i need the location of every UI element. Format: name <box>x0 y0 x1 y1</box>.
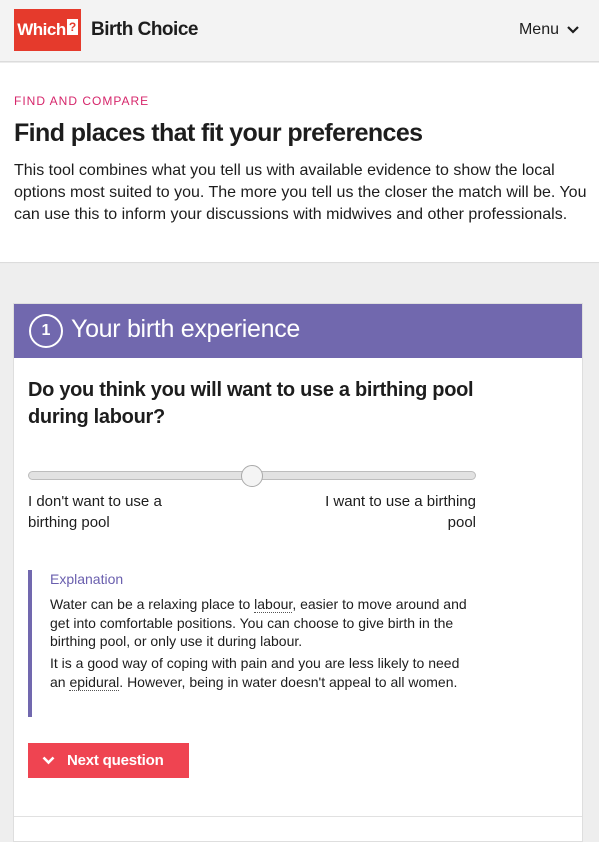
slider-left-label: I don't want to use a birthing pool <box>28 493 162 531</box>
step-header: 1 Your birth experience <box>14 304 582 358</box>
logo-text: Which <box>17 20 66 39</box>
divider <box>14 816 582 817</box>
next-question-button[interactable]: Next question <box>28 743 189 778</box>
chevron-down-icon <box>567 26 579 34</box>
glossary-link-labour[interactable]: labour <box>254 596 293 613</box>
explanation-text: Water can be a relaxing place to <box>50 596 255 612</box>
step-title: Your birth experience <box>71 315 301 343</box>
slider-handle[interactable] <box>241 465 263 487</box>
logo-question-mark: ? <box>66 19 78 35</box>
glossary-link-epidural[interactable]: epidural <box>69 673 120 691</box>
site-header: Which? Birth Choice Menu <box>0 0 599 62</box>
slider-right-label: I want to use a birthing pool <box>325 493 476 531</box>
step-number-badge: 1 <box>29 314 63 348</box>
preference-slider[interactable] <box>28 465 476 489</box>
explanation-paragraph: It is a good way of coping with pain and… <box>50 654 478 691</box>
chevron-down-icon <box>42 756 55 765</box>
brand-title[interactable]: Birth Choice <box>91 19 198 41</box>
section-kicker: FIND AND COMPARE <box>14 94 150 108</box>
page-description: This tool combines what you tell us with… <box>14 162 587 223</box>
page-title: Find places that fit your preferences <box>14 119 423 147</box>
explanation-heading: Explanation <box>50 571 124 587</box>
explanation-box: Explanation Water can be a relaxing plac… <box>28 570 478 717</box>
which-logo[interactable]: Which? <box>14 9 81 51</box>
menu-button[interactable]: Menu <box>519 21 579 39</box>
explanation-text: . However, being in water doesn't appeal… <box>119 673 458 690</box>
question-card: 1 Your birth experience Do you think you… <box>13 303 583 842</box>
explanation-paragraph: Water can be a relaxing place to labour,… <box>50 595 478 651</box>
next-question-label: Next question <box>67 752 164 769</box>
question-text: Do you think you will want to use a birt… <box>28 379 474 428</box>
menu-label: Menu <box>518 21 559 38</box>
intro-section: FIND AND COMPARE Find places that fit yo… <box>0 63 599 263</box>
